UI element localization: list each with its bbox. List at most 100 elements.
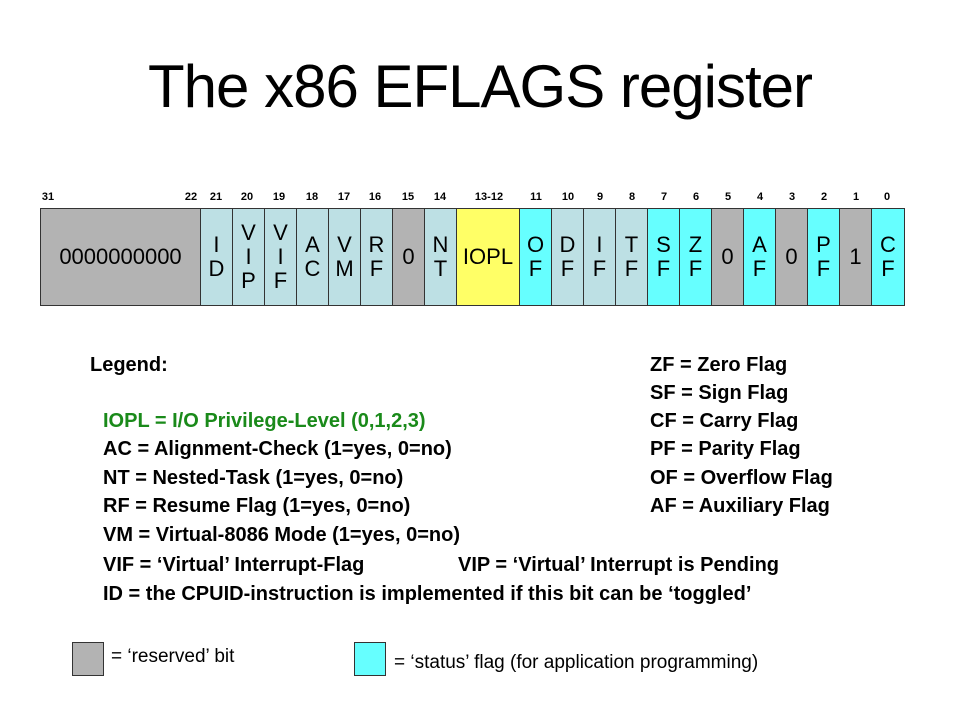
bit-cell-letter: R [368,232,385,257]
bit-cell-letter: F [752,256,767,281]
legend-ac: AC = Alignment-Check (1=yes, 0=no) [103,438,452,460]
bit-number: 9 [596,191,604,203]
bit-cell-letter: V [273,220,288,245]
legend-id: ID = the CPUID-instruction is implemente… [103,583,752,605]
bit-cell-21: ID [201,209,233,305]
bit-cell-label: AC [305,233,321,281]
legend-vif: VIF = ‘Virtual’ Interrupt-Flag [103,554,365,576]
bit-number: 5 [724,191,732,203]
bit-number: 14 [433,191,447,203]
bit-cell-label: AF [752,233,767,281]
legend-vm: VM = Virtual-8086 Mode (1=yes, 0=no) [103,524,460,546]
bit-cell-letter: I [596,232,603,257]
bit-cell-letter: F [688,256,703,281]
bit-cell-letter: F [816,256,831,281]
bit-cell-31-22: 0000000000 [41,209,201,305]
legend-rf: RF = Resume Flag (1=yes, 0=no) [103,495,411,517]
bit-cell-5: 0 [712,209,744,305]
bit-cell-letter: F [656,256,671,281]
bit-cell-label: DF [560,233,576,281]
bit-cell-20: VIP [233,209,265,305]
bit-cell-letter: T [433,256,448,281]
bit-cell-3: 0 [776,209,808,305]
bit-cell-letter: 0 [721,244,734,269]
bit-cell-label: 1 [849,245,861,269]
bit-cell-letter: I [213,232,220,257]
bit-cell-letter: Z [688,232,703,257]
bit-number: 18 [305,191,319,203]
bit-cell-letter: N [432,232,449,257]
bit-number: 2 [820,191,828,203]
bit-number: 11 [530,191,542,203]
bit-cell-6: ZF [680,209,712,305]
bit-number: 7 [660,191,668,203]
bit-number: 17 [337,191,351,203]
bit-number: 31 [41,191,55,203]
bit-number: 21 [209,191,223,203]
reserved-swatch [72,642,104,676]
bit-cell-label: RF [369,233,385,281]
bit-cell-7: SF [648,209,680,305]
bit-cell-letter: A [752,232,767,257]
eflags-register: 0000000000 I D V I P V I F A C V M R F 0 N T IOPL O F D F I F T F S… [40,208,905,306]
legend-nt: NT = Nested-Task (1=yes, 0=no) [103,467,404,489]
bit-cell-label: SF [656,233,671,281]
bit-cell-10: DF [552,209,584,305]
legend-zf: ZF = Zero Flag [650,354,788,376]
bit-cell-label: TF [625,233,638,281]
bit-cell-label: VIF [273,221,288,293]
bit-cell-letter: I [277,244,284,269]
bit-number: 0 [883,191,891,203]
bit-cell-letter: T [624,232,639,257]
legend-sf: SF = Sign Flag [650,382,789,404]
bit-cell-label: ID [209,233,225,281]
legend-title: Legend: [90,354,168,376]
bit-number: 13-12 [474,191,504,203]
bit-cell-label: NT [433,233,449,281]
page-title: The x86 EFLAGS register [148,53,813,120]
bit-cell-label: 0 [402,245,414,269]
bit-number-row: 31 22 21 20 19 18 17 16 15 14 13-12 11 10 9 8 7 6 5 4 3 2 1 0 [0,191,960,205]
bit-cell-1: 1 [840,209,872,305]
bit-cell-letter: F [528,256,543,281]
bit-cell-label: OF [527,233,544,281]
bit-cell-letter: 1 [849,244,862,269]
bit-cell-label: IOPL [463,245,513,269]
bit-cell-letter: F [560,256,575,281]
bit-cell-4: AF [744,209,776,305]
reserved-key-label: = ‘reserved’ bit [111,646,235,667]
bit-cell-letter: V [241,220,256,245]
bit-cell-label: PF [816,233,831,281]
status-swatch [354,642,386,676]
bit-number: 1 [852,191,860,203]
bit-cell-letter: A [305,232,320,257]
bit-cell-label: CF [880,233,896,281]
bit-cell-18: AC [297,209,329,305]
legend-pf: PF = Parity Flag [650,438,801,460]
bit-number: 3 [788,191,796,203]
legend-vip: VIP = ‘Virtual’ Interrupt is Pending [458,554,780,576]
bit-cell-letter: D [559,232,576,257]
bit-cell-label: 0 [785,245,797,269]
legend-of: OF = Overflow Flag [650,467,833,489]
bit-number: 22 [184,191,198,203]
legend-af: AF = Auxiliary Flag [650,495,830,517]
bit-number: 6 [692,191,700,203]
bit-cell-label: IF [593,233,606,281]
bit-cell-letter: F [881,256,895,281]
bit-cell-0: CF [872,209,904,305]
bit-cell-letter: F [369,256,384,281]
bit-cell-label: 0000000000 [59,245,181,269]
bit-cell-letter: F [273,268,288,293]
bit-cell-letter: C [304,256,321,281]
bit-cell-letter: V [337,232,352,257]
bit-number: 15 [401,191,415,203]
bit-cell-letter: O [526,232,545,257]
bit-number: 19 [272,191,286,203]
bit-cell-letter: I [245,244,252,269]
bit-cell-letter: M [335,256,354,281]
bit-cell-letter: IOPL [462,244,514,269]
bit-cell-15: 0 [393,209,425,305]
status-key-label: = ‘status’ flag (for application program… [394,652,759,673]
bit-number: 10 [561,191,575,203]
